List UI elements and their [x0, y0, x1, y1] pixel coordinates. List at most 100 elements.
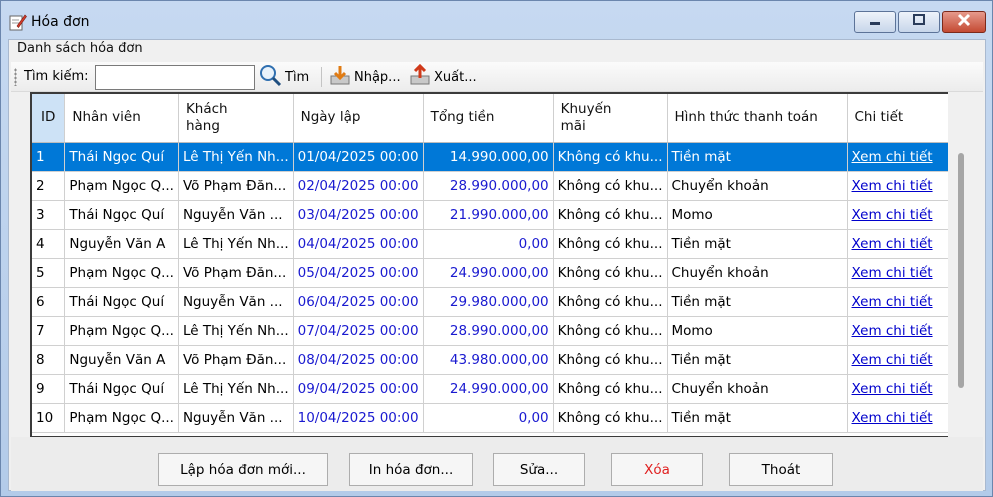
cell-payment-method: Momo — [667, 200, 848, 230]
details-link[interactable]: Xem chi tiết — [847, 171, 958, 201]
toolbar-separator — [321, 67, 322, 87]
cell-date: 07/04/2025 00:00 — [293, 316, 424, 346]
details-link[interactable]: Xem chi tiết — [847, 345, 958, 375]
cell-date: 09/04/2025 00:00 — [293, 374, 424, 404]
restore-icon — [912, 14, 926, 30]
cell-customer: Nguyễn Văn ... — [178, 200, 294, 230]
table-row[interactable]: 6 Thái Ngọc Quí Nguyễn Văn ... 06/04/2025 0… — [32, 287, 958, 317]
cell-date: 03/04/2025 00:00 — [293, 200, 424, 230]
invoice-window: Hóa đơn Danh sách hóa đơn Tìm kiếm: Tìm … — [0, 0, 993, 497]
search-input[interactable] — [95, 65, 255, 90]
cell-date: 02/04/2025 00:00 — [293, 171, 424, 201]
edit-button[interactable]: Sửa... — [493, 453, 585, 486]
cell-promotion: Không có khu... — [553, 229, 668, 259]
cell-total: 28.990.000,00 — [423, 316, 554, 346]
table-row[interactable]: 3 Thái Ngọc Quí Nguyễn Văn ... 03/04/2025 0… — [32, 200, 958, 230]
table-row[interactable]: 7 Phạm Ngọc Q... Lê Thị Yến Nh... 07/04/202… — [32, 316, 958, 346]
title-bar[interactable]: Hóa đơn — [1, 1, 992, 41]
cell-date: 10/04/2025 00:00 — [293, 403, 424, 433]
details-link[interactable]: Xem chi tiết — [847, 142, 958, 172]
cell-employee: Thái Ngọc Quí — [64, 200, 179, 230]
cell-customer: Võ Phạm Đăn... — [178, 258, 294, 288]
cell-customer: Lê Thị Yến Nh... — [178, 142, 294, 172]
column-header-customer[interactable]: Khách hàng — [178, 94, 294, 143]
column-header-date[interactable]: Ngày lập — [293, 94, 424, 143]
details-link[interactable]: Xem chi tiết — [847, 200, 958, 230]
minimize-button[interactable] — [854, 11, 896, 33]
cell-customer: Võ Phạm Đăn... — [178, 345, 294, 375]
details-link[interactable]: Xem chi tiết — [847, 258, 958, 288]
table-row[interactable]: 4 Nguyễn Văn A Lê Thị Yến Nh... 04/04/2025 … — [32, 229, 958, 259]
export-icon — [409, 63, 431, 90]
column-header-payment-method[interactable]: Hình thức thanh toán — [667, 94, 848, 143]
table-row[interactable]: 9 Thái Ngọc Quí Lê Thị Yến Nh... 09/04/2025… — [32, 374, 958, 404]
cell-total: 28.990.000,00 — [423, 171, 554, 201]
exit-button[interactable]: Thoát — [729, 453, 833, 486]
search-label: Tìm kiếm: — [24, 69, 89, 84]
cell-total: 29.980.000,00 — [423, 287, 554, 317]
cell-promotion: Không có khu... — [553, 403, 668, 433]
cell-employee: Phạm Ngọc Q... — [64, 171, 179, 201]
close-button[interactable] — [942, 11, 986, 33]
cell-total: 24.990.000,00 — [423, 374, 554, 404]
export-button[interactable]: Xuất... — [409, 63, 477, 90]
invoice-table[interactable]: ID Nhân viên Khách hàng Ngày lập Tổng ti… — [30, 92, 964, 438]
find-button[interactable]: Tìm — [258, 65, 309, 89]
cell-employee: Thái Ngọc Quí — [64, 142, 179, 172]
details-link[interactable]: Xem chi tiết — [847, 374, 958, 404]
cell-id: 2 — [32, 171, 66, 201]
details-link[interactable]: Xem chi tiết — [847, 403, 958, 433]
cell-promotion: Không có khu... — [553, 287, 668, 317]
column-header-promotion[interactable]: Khuyến mãi — [553, 94, 668, 143]
delete-button[interactable]: Xóa — [611, 453, 703, 486]
cell-payment-method: Tiền mặt — [667, 403, 848, 433]
cell-payment-method: Chuyển khoản — [667, 171, 848, 201]
cell-total: 0,00 — [423, 403, 554, 433]
table-row[interactable]: 1 Thái Ngọc Quí Lê Thị Yến Nh... 01/04/2025… — [32, 142, 958, 172]
maximize-button[interactable] — [898, 11, 940, 33]
table-row[interactable]: 5 Phạm Ngọc Q... Võ Phạm Đăn... 05/04/2025 … — [32, 258, 958, 288]
cell-promotion: Không có khu... — [553, 200, 668, 230]
cell-date: 05/04/2025 00:00 — [293, 258, 424, 288]
cell-payment-method: Tiền mặt — [667, 229, 848, 259]
cell-employee: Phạm Ngọc Q... — [64, 403, 179, 433]
column-header-employee[interactable]: Nhân viên — [64, 94, 179, 143]
column-header-total[interactable]: Tổng tiền — [423, 94, 554, 143]
cell-promotion: Không có khu... — [553, 374, 668, 404]
cell-total: 14.990.000,00 — [423, 142, 554, 172]
cell-payment-method: Tiền mặt — [667, 287, 848, 317]
toolbar-grip[interactable] — [14, 68, 17, 86]
cell-employee: Nguyễn Văn A — [64, 345, 179, 375]
details-link[interactable]: Xem chi tiết — [847, 229, 958, 259]
cell-date: 06/04/2025 00:00 — [293, 287, 424, 317]
cell-payment-method: Chuyển khoản — [667, 258, 848, 288]
cell-promotion: Không có khu... — [553, 142, 668, 172]
edit-document-icon — [9, 13, 27, 31]
toolbar: Tìm kiếm: Tìm Nhập... Xuất... — [11, 62, 983, 92]
details-link[interactable]: Xem chi tiết — [847, 287, 958, 317]
import-button-label: Nhập... — [354, 69, 401, 85]
new-invoice-button[interactable]: Lập hóa đơn mới... — [158, 453, 328, 486]
cell-customer: Nguyễn Văn ... — [178, 287, 294, 317]
cell-customer: Nguyễn Văn ... — [178, 403, 294, 433]
search-icon — [258, 63, 282, 91]
table-row[interactable]: 10 Phạm Ngọc Q... Nguyễn Văn ... 10/04/2025… — [32, 403, 958, 433]
import-icon — [329, 64, 351, 90]
client-area: Danh sách hóa đơn Tìm kiếm: Tìm Nhập... … — [8, 39, 986, 491]
close-icon — [957, 13, 971, 31]
column-header-id[interactable]: ID — [32, 94, 66, 143]
scrollbar-thumb[interactable] — [958, 153, 964, 388]
details-link[interactable]: Xem chi tiết — [847, 316, 958, 346]
cell-id: 8 — [32, 345, 66, 375]
cell-promotion: Không có khu... — [553, 171, 668, 201]
print-invoice-button[interactable]: In hóa đơn... — [349, 453, 473, 486]
import-button[interactable]: Nhập... — [329, 65, 401, 89]
cell-id: 9 — [32, 374, 66, 404]
table-row[interactable]: 8 Nguyễn Văn A Võ Phạm Đăn... 08/04/2025 00… — [32, 345, 958, 375]
cell-date: 01/04/2025 00:00 — [293, 142, 424, 172]
cell-promotion: Không có khu... — [553, 258, 668, 288]
column-header-details[interactable]: Chi tiết — [847, 94, 958, 143]
table-row[interactable]: 2 Phạm Ngọc Q... Võ Phạm Đăn... 02/04/2025 … — [32, 171, 958, 201]
cell-payment-method: Tiền mặt — [667, 142, 848, 172]
cell-id: 5 — [32, 258, 66, 288]
